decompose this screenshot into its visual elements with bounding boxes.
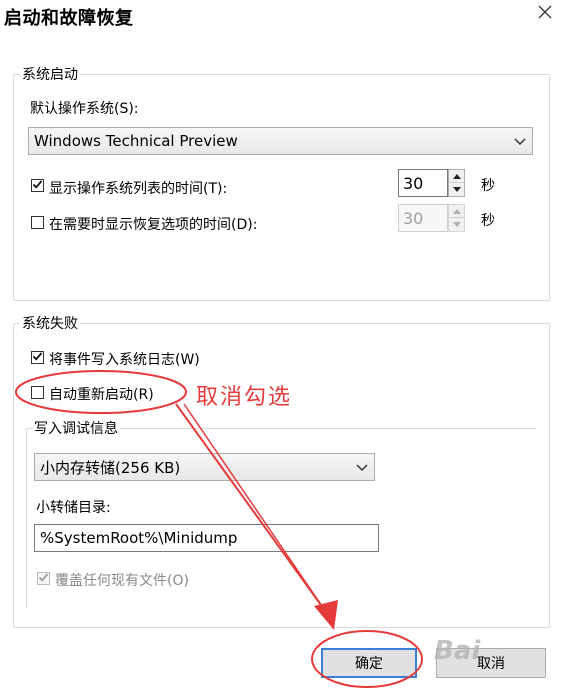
show-list-checkbox[interactable]	[31, 179, 44, 192]
default-os-select[interactable]: Windows Technical Preview	[28, 127, 533, 155]
auto-restart-checkbox[interactable]	[31, 386, 44, 399]
watermark: Bai	[434, 636, 481, 666]
auto-restart-label: 自动重新启动(R)	[49, 387, 154, 403]
close-icon	[538, 5, 552, 23]
show-recovery-spinner[interactable]	[448, 204, 465, 232]
spin-up-button[interactable]	[449, 205, 464, 218]
default-os-value: Windows Technical Preview	[34, 132, 238, 150]
triangle-down-icon	[452, 187, 461, 192]
spin-up-button[interactable]	[449, 170, 464, 183]
check-icon	[32, 178, 43, 194]
triangle-down-icon	[452, 222, 461, 227]
overwrite-label: 覆盖任何现有文件(O)	[55, 573, 189, 589]
check-icon	[38, 571, 49, 587]
write-event-label: 将事件写入系统日志(W)	[49, 352, 200, 368]
dump-dir-input[interactable]: %SystemRoot%\Minidump	[34, 524, 379, 552]
show-recovery-label: 在需要时显示恢复选项的时间(D):	[49, 217, 258, 233]
show-list-spinner[interactable]	[448, 169, 465, 197]
spin-down-button[interactable]	[449, 218, 464, 231]
debug-type-value: 小内存转储(256 KB)	[40, 458, 181, 477]
debug-type-select[interactable]: 小内存转储(256 KB)	[34, 453, 375, 481]
triangle-up-icon	[452, 173, 461, 179]
triangle-up-icon	[452, 208, 461, 214]
startup-group-label: 系统启动	[20, 64, 80, 84]
ok-button[interactable]: 确定	[321, 648, 417, 678]
show-list-seconds-unit: 秒	[481, 178, 495, 194]
chevron-down-icon	[514, 132, 526, 150]
show-recovery-checkbox[interactable]	[31, 216, 44, 229]
show-list-label: 显示操作系统列表的时间(T):	[49, 181, 228, 197]
dialog-title: 启动和故障恢复	[4, 8, 134, 29]
write-event-checkbox[interactable]	[31, 351, 44, 364]
spin-down-button[interactable]	[449, 183, 464, 196]
failure-group-label: 系统失败	[20, 313, 80, 333]
default-os-label: 默认操作系统(S):	[30, 101, 139, 117]
annotation-text: 取消勾选	[196, 385, 293, 410]
debug-info-group-label: 写入调试信息	[32, 418, 120, 438]
show-list-seconds-input[interactable]: 30	[398, 169, 448, 197]
close-button[interactable]	[526, 0, 563, 28]
startup-recovery-dialog: 启动和故障恢复 系统启动 默认操作系统(S): Windows Technica…	[0, 0, 563, 697]
chevron-down-icon	[356, 458, 368, 476]
show-recovery-seconds-input[interactable]: 30	[398, 204, 448, 232]
dump-dir-label: 小转储目录:	[36, 500, 111, 516]
check-icon	[32, 350, 43, 366]
show-recovery-seconds-unit: 秒	[481, 213, 495, 229]
overwrite-checkbox[interactable]	[37, 572, 50, 585]
